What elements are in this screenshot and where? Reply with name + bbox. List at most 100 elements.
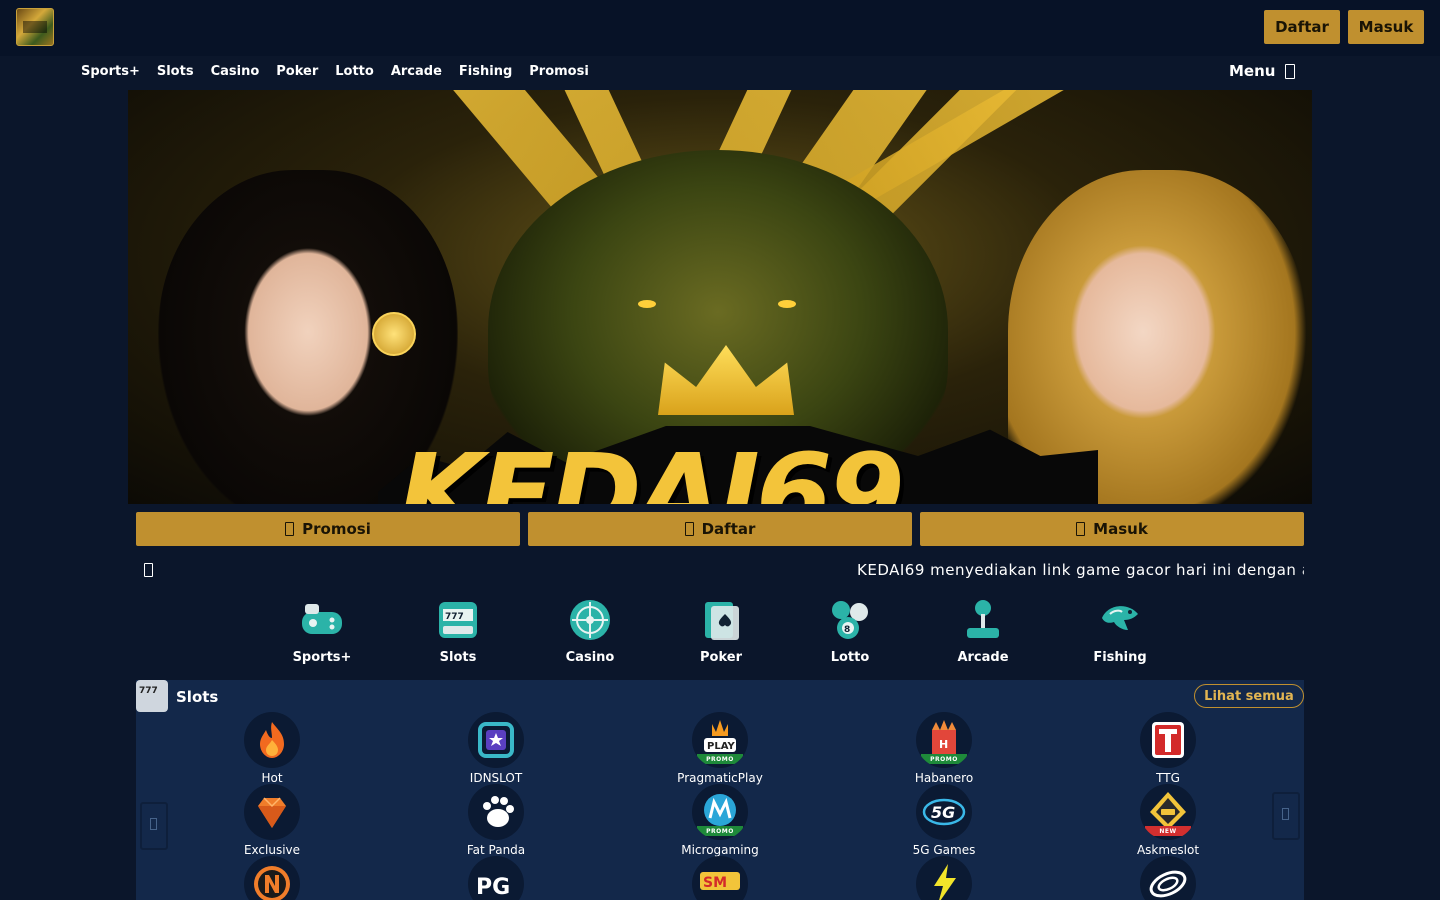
chevron-left-icon — [150, 818, 157, 830]
svg-text:8: 8 — [844, 625, 850, 635]
category-slots[interactable]: 777 Slots — [418, 598, 498, 665]
menu-icon — [1285, 63, 1296, 79]
nav-item-fishing[interactable]: Fishing — [459, 64, 512, 79]
nav-item-promosi[interactable]: Promosi — [529, 64, 589, 79]
provider-askmeslot[interactable]: NEW Askmeslot — [1108, 784, 1228, 857]
fish-icon — [1102, 606, 1138, 630]
promo-badge: PROMO — [697, 826, 743, 836]
category-label: Poker — [700, 650, 742, 665]
provider-5g-games[interactable]: 5G 5G Games — [884, 784, 1004, 857]
provider-fat-panda[interactable]: Fat Panda — [436, 784, 556, 857]
character-right — [1008, 170, 1308, 504]
category-sports[interactable]: Sports+ — [282, 598, 362, 665]
habanero-logo-icon: H PROMO — [916, 712, 972, 768]
see-all-button[interactable]: Lihat semua — [1194, 684, 1304, 708]
provider-pragmaticplay[interactable]: PLAY PROMO PragmaticPlay — [660, 712, 780, 785]
category-arcade[interactable]: Arcade — [943, 598, 1023, 665]
action-buttons: Promosi Daftar Masuk — [136, 512, 1304, 546]
category-poker[interactable]: Poker — [681, 598, 761, 665]
nav-item-poker[interactable]: Poker — [276, 64, 318, 79]
provider-microgaming[interactable]: PROMO Microgaming — [660, 784, 780, 857]
provider-tile[interactable] — [1108, 856, 1228, 900]
svg-text:PG: PG — [476, 875, 510, 900]
register-button[interactable]: Daftar — [1264, 10, 1340, 44]
sm-logo-icon: SM — [692, 856, 748, 900]
category-label: Lotto — [830, 650, 870, 665]
idnslot-logo-icon — [468, 712, 524, 768]
swirl-logo-icon — [1140, 856, 1196, 900]
svg-text:777: 777 — [445, 612, 464, 622]
marquee-text: KEDAI69 menyediakan link game gacor hari… — [857, 561, 1304, 579]
category-lotto[interactable]: 8 Lotto — [810, 598, 890, 665]
paw-icon — [468, 784, 524, 840]
category-label: Casino — [565, 650, 615, 665]
provider-hot[interactable]: Hot — [212, 712, 332, 785]
provider-tile[interactable]: PG — [436, 856, 556, 900]
daftar-button-label: Daftar — [701, 520, 756, 538]
category-strip: Sports+ 777 Slots Casino Poker 8 Lotto A… — [0, 598, 1440, 668]
provider-name: Askmeslot — [1136, 843, 1200, 857]
login-icon — [1076, 522, 1086, 536]
gift-icon — [285, 522, 295, 536]
slot-machine-icon: 777 — [439, 602, 477, 638]
category-label: Sports+ — [292, 650, 352, 665]
banner-brand-text: KEDAI69 — [398, 430, 905, 504]
nav-item-lotto[interactable]: Lotto — [335, 64, 374, 79]
menu-label: Menu — [1229, 62, 1276, 80]
section-title: Slots — [176, 688, 219, 706]
daftar-button[interactable]: Daftar — [528, 512, 912, 546]
top-bar: Daftar Masuk — [0, 0, 1440, 56]
provider-ttg[interactable]: TTG — [1108, 712, 1228, 785]
provider-name: Microgaming — [681, 843, 759, 857]
masuk-button[interactable]: Masuk — [920, 512, 1304, 546]
provider-name: TTG — [1156, 771, 1180, 785]
askmeslot-logo-icon: NEW — [1140, 784, 1196, 840]
joystick-icon — [967, 600, 999, 638]
promo-badge: PROMO — [697, 754, 743, 764]
carousel-next-button[interactable] — [1272, 792, 1300, 840]
ttg-logo-icon — [1140, 712, 1196, 768]
category-fishing[interactable]: Fishing — [1080, 598, 1160, 665]
pg-logo-icon: PG — [468, 856, 524, 900]
masuk-button-label: Masuk — [1093, 520, 1148, 538]
nav-item-arcade[interactable]: Arcade — [391, 64, 442, 79]
svg-text:H: H — [939, 738, 948, 751]
provider-tile[interactable] — [212, 856, 332, 900]
provider-name: Hot — [261, 771, 283, 785]
new-badge: NEW — [1145, 826, 1191, 836]
provider-name: PragmaticPlay — [677, 771, 763, 785]
hero-banner[interactable]: KEDAI69 — [128, 90, 1312, 504]
gamepad-icon — [302, 604, 342, 634]
slot-machine-icon — [136, 680, 168, 712]
promosi-button-label: Promosi — [302, 520, 371, 538]
provider-name: 5G Games — [912, 843, 976, 857]
provider-tile[interactable]: SM — [660, 856, 780, 900]
provider-exclusive[interactable]: Exclusive — [212, 784, 332, 857]
menu-button[interactable]: Menu — [1229, 62, 1296, 80]
provider-name: Exclusive — [243, 843, 301, 857]
provider-tile[interactable] — [884, 856, 1004, 900]
pragmaticplay-logo-icon: PLAY PROMO — [692, 712, 748, 768]
5g-games-logo-icon: 5G — [916, 784, 972, 840]
main-nav: Sports+ Slots Casino Poker Lotto Arcade … — [0, 56, 1440, 88]
announcement-marquee: KEDAI69 menyediakan link game gacor hari… — [136, 558, 1304, 584]
gold-coin — [372, 312, 416, 356]
microgaming-logo-icon: PROMO — [692, 784, 748, 840]
category-label: Arcade — [957, 650, 1009, 665]
provider-name: IDNSLOT — [469, 771, 523, 785]
nav-item-sports[interactable]: Sports+ — [81, 64, 140, 79]
site-logo[interactable] — [16, 8, 54, 46]
dragon-eye — [638, 300, 656, 308]
nav-item-casino[interactable]: Casino — [211, 64, 260, 79]
nav-item-slots[interactable]: Slots — [157, 64, 194, 79]
category-casino[interactable]: Casino — [550, 598, 630, 665]
svg-text:5G: 5G — [931, 803, 955, 822]
promosi-button[interactable]: Promosi — [136, 512, 520, 546]
user-plus-icon — [684, 522, 694, 536]
svg-text:SM: SM — [703, 875, 727, 891]
carousel-prev-button[interactable] — [140, 802, 168, 850]
slots-section: Slots Lihat semua Hot IDNSLOT PLAY PROMO… — [136, 680, 1304, 900]
login-button[interactable]: Masuk — [1348, 10, 1424, 44]
provider-habanero[interactable]: H PROMO Habanero — [884, 712, 1004, 785]
provider-idnslot[interactable]: IDNSLOT — [436, 712, 556, 785]
